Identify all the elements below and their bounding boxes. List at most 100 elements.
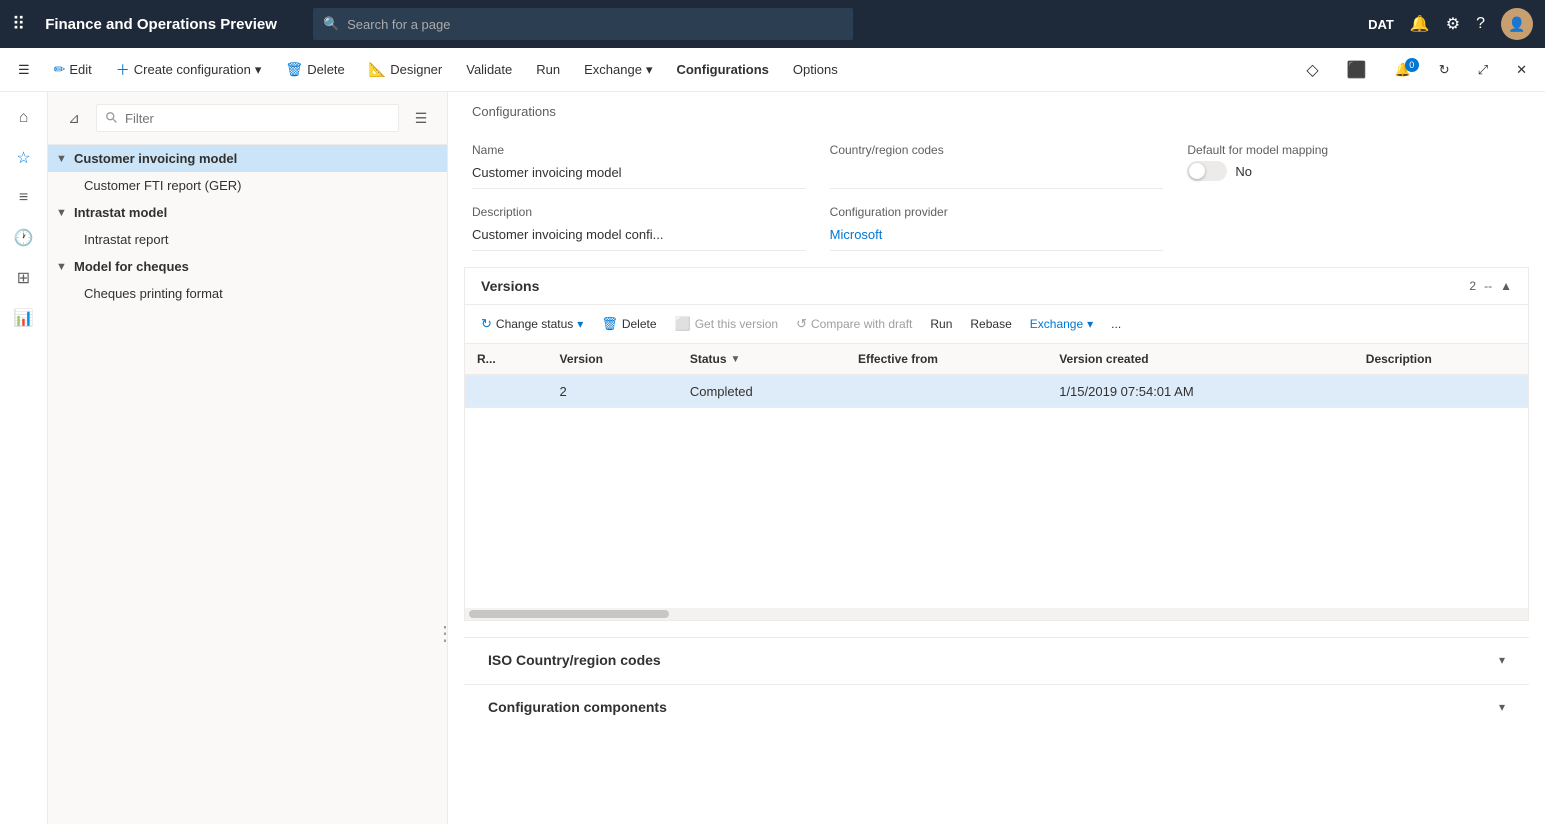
notification-badge-button[interactable]: 🔔 0 <box>1385 56 1421 84</box>
search-box[interactable]: 🔍 <box>313 8 853 40</box>
components-section: Configuration components ▾ <box>464 684 1529 729</box>
office-icon-button[interactable]: ⬛ <box>1337 54 1377 86</box>
filter-input[interactable] <box>96 104 399 132</box>
versions-exchange-button[interactable]: Exchange ▾ <box>1022 312 1101 336</box>
chart-icon[interactable]: 📊 <box>6 300 42 336</box>
th-version-created: Version created <box>1047 344 1354 375</box>
designer-button[interactable]: 📐 Designer <box>359 55 452 84</box>
exchange-button[interactable]: Exchange ▾ <box>574 56 662 84</box>
field-provider: Configuration provider Microsoft <box>830 205 1164 251</box>
horizontal-scrollbar[interactable] <box>465 608 1528 620</box>
configurations-label: Configurations <box>676 62 768 77</box>
th-version: Version <box>548 344 678 375</box>
search-input[interactable] <box>347 17 843 32</box>
get-this-version-button[interactable]: ⬜ Get this version <box>667 311 787 337</box>
edit-icon: ✏ <box>54 61 66 78</box>
delete-label: Delete <box>307 62 345 77</box>
versions-exchange-chevron: ▾ <box>1087 317 1093 331</box>
country-label: Country/region codes <box>830 143 1164 157</box>
compare-with-draft-label: Compare with draft <box>811 317 912 331</box>
list-icon[interactable]: ≡ <box>6 180 42 216</box>
tree-menu-icon[interactable]: ☰ <box>403 100 439 136</box>
clock-icon[interactable]: 🕐 <box>6 220 42 256</box>
get-this-version-label: Get this version <box>695 317 778 331</box>
more-label: ... <box>1111 317 1121 331</box>
iso-section-header[interactable]: ISO Country/region codes ▾ <box>464 638 1529 682</box>
create-configuration-button[interactable]: ＋ Create configuration ▾ <box>106 54 272 86</box>
tree-item-label: Intrastat model <box>74 205 167 220</box>
apps-icon[interactable]: ⠿ <box>12 14 25 35</box>
diamond-icon-button[interactable]: ◇ <box>1296 54 1328 86</box>
refresh-button[interactable]: ↻ <box>1429 56 1460 84</box>
more-button[interactable]: ... <box>1103 312 1129 336</box>
name-label: Name <box>472 143 806 157</box>
configurations-button[interactable]: Configurations <box>666 56 778 83</box>
help-icon[interactable]: ? <box>1476 15 1485 33</box>
detach-button[interactable]: ⤢ <box>1468 56 1498 84</box>
star-icon[interactable]: ☆ <box>6 140 42 176</box>
versions-header-row: R... Version Status ▼ Effective from Ver <box>465 344 1528 375</box>
settings-icon[interactable]: ⚙ <box>1446 14 1460 34</box>
tree-item-intrastat-report[interactable]: Intrastat report <box>48 226 447 253</box>
tree-item-customer-fti-report[interactable]: Customer FTI report (GER) <box>48 172 447 199</box>
cell-version-created: 1/15/2019 07:54:01 AM <box>1047 375 1354 408</box>
notification-count: 0 <box>1405 58 1419 72</box>
compare-with-draft-button[interactable]: ↺ Compare with draft <box>788 311 920 337</box>
edit-button[interactable]: ✏ Edit <box>44 55 102 84</box>
home-icon[interactable]: ⌂ <box>6 100 42 136</box>
default-mapping-value: No <box>1235 164 1252 179</box>
options-label: Options <box>793 62 838 77</box>
rebase-button[interactable]: Rebase <box>962 312 1019 336</box>
exchange-chevron: ▾ <box>646 62 653 78</box>
notification-icon[interactable]: 🔔 <box>1410 14 1430 34</box>
grid-icon[interactable]: ⊞ <box>6 260 42 296</box>
versions-table: R... Version Status ▼ Effective from Ver <box>465 344 1528 408</box>
versions-table-body: 2 Completed 1/15/2019 07:54:01 AM <box>465 375 1528 408</box>
field-name: Name Customer invoicing model <box>472 143 806 189</box>
cell-description <box>1354 375 1528 408</box>
change-status-button[interactable]: ↻ Change status ▾ <box>473 311 591 337</box>
run-label: Run <box>536 62 560 77</box>
tree-item-label: Intrastat report <box>84 232 169 247</box>
change-status-chevron: ▾ <box>577 317 583 331</box>
delete-button[interactable]: 🗑 Delete <box>275 55 354 84</box>
country-value <box>830 161 1164 189</box>
cell-version: 2 <box>548 375 678 408</box>
tree-item-intrastat-model[interactable]: ▼ Intrastat model <box>48 199 447 226</box>
validate-label: Validate <box>466 62 512 77</box>
exchange-label: Exchange <box>584 62 642 77</box>
create-configuration-chevron: ▾ <box>255 62 262 78</box>
options-button[interactable]: Options <box>783 56 848 83</box>
tree-item-cheques-printing-format[interactable]: Cheques printing format <box>48 280 447 307</box>
app-title: Finance and Operations Preview <box>45 16 277 33</box>
cell-effective-from <box>846 375 1047 408</box>
tree-item-label: Model for cheques <box>74 259 189 274</box>
content-top: Configurations <box>448 92 1545 127</box>
versions-toolbar: ↻ Change status ▾ 🗑 Delete ⬜ Get this ve… <box>465 305 1528 344</box>
versions-run-button[interactable]: Run <box>922 312 960 336</box>
versions-collapse-icon[interactable]: ▲ <box>1500 279 1512 293</box>
avatar[interactable]: 👤 <box>1501 8 1533 40</box>
get-this-version-icon: ⬜ <box>675 316 691 332</box>
scrollbar-thumb[interactable] <box>469 610 669 618</box>
provider-value[interactable]: Microsoft <box>830 223 1164 251</box>
versions-section-header[interactable]: Versions 2 -- ▲ <box>465 268 1528 305</box>
toggle-group: No <box>1187 161 1521 181</box>
components-section-header[interactable]: Configuration components ▾ <box>464 685 1529 729</box>
th-description: Description <box>1354 344 1528 375</box>
table-row[interactable]: 2 Completed 1/15/2019 07:54:01 AM <box>465 375 1528 408</box>
default-mapping-toggle[interactable] <box>1187 161 1227 181</box>
run-button[interactable]: Run <box>526 56 570 83</box>
validate-button[interactable]: Validate <box>456 56 522 83</box>
tree-item-model-for-cheques[interactable]: ▼ Model for cheques <box>48 253 447 280</box>
drag-handle[interactable]: ⋮ <box>435 624 455 644</box>
versions-delete-button[interactable]: 🗑 Delete <box>593 311 664 337</box>
versions-run-label: Run <box>930 317 952 331</box>
filter-tree-icon[interactable]: ⊿ <box>56 100 92 136</box>
provider-label: Configuration provider <box>830 205 1164 219</box>
hamburger-button[interactable]: ☰ <box>8 56 40 84</box>
form-grid: Name Customer invoicing model Country/re… <box>448 127 1545 267</box>
tree-item-customer-invoicing-model[interactable]: ▼ Customer invoicing model <box>48 145 447 172</box>
close-button[interactable]: ✕ <box>1506 56 1537 84</box>
status-filter-icon[interactable]: ▼ <box>731 354 741 365</box>
